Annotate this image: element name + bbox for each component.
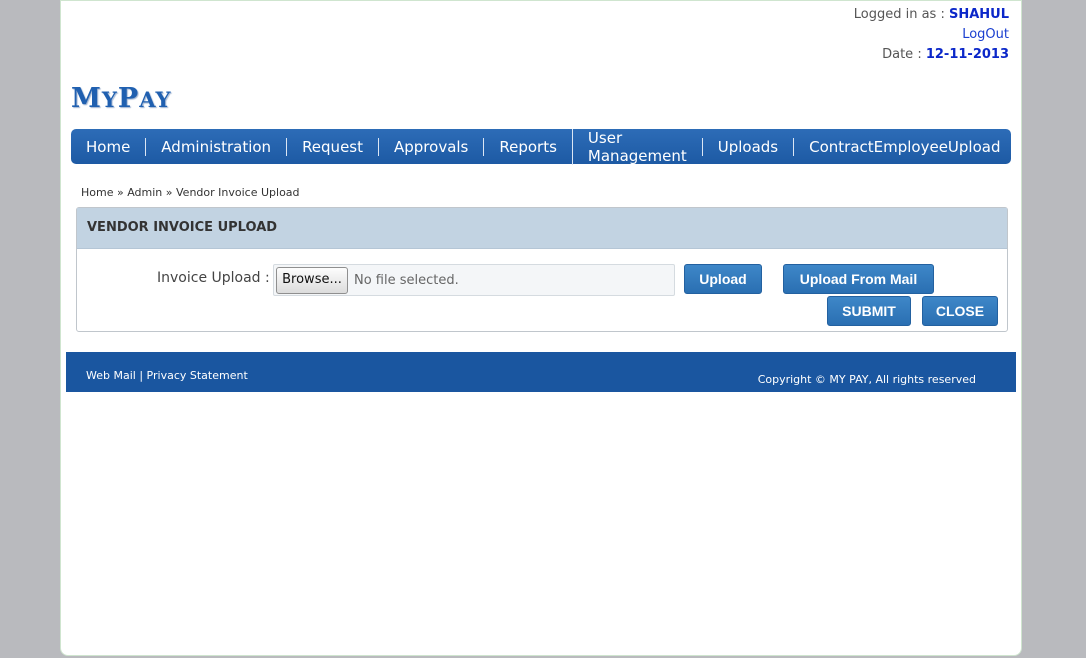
upload-button[interactable]: Upload	[684, 264, 762, 294]
page-container: Logged in as : SHAHUL LogOut Date : 12-1…	[60, 0, 1022, 656]
file-status: No file selected.	[354, 273, 459, 288]
copyright: Copyright © MY PAY, All rights reserved	[757, 373, 976, 386]
date-label: Date :	[882, 47, 922, 62]
nav-administration[interactable]: Administration	[145, 137, 286, 156]
vendor-invoice-panel: VENDOR INVOICE UPLOAD Invoice Upload : B…	[76, 207, 1008, 332]
nav-uploads[interactable]: Uploads	[701, 137, 793, 156]
breadcrumb-current: Vendor Invoice Upload	[176, 186, 300, 199]
current-date: 12-11-2013	[925, 47, 1009, 62]
close-button[interactable]: CLOSE	[922, 296, 998, 326]
upload-from-mail-button[interactable]: Upload From Mail	[783, 264, 934, 294]
main-nav: Home Administration Request Approvals Re…	[71, 128, 1011, 165]
nav-home[interactable]: Home	[71, 138, 145, 156]
footer-divider: |	[139, 369, 144, 382]
logged-in-label: Logged in as :	[853, 7, 945, 22]
browse-button[interactable]: Browse...	[276, 267, 348, 294]
breadcrumb-admin[interactable]: Admin	[127, 186, 162, 199]
nav-approvals[interactable]: Approvals	[378, 137, 483, 156]
nav-contract-employee-upload[interactable]: ContractEmployeeUpload	[793, 137, 1015, 156]
invoice-upload-label: Invoice Upload :	[157, 270, 270, 286]
user-info: Logged in as : SHAHUL LogOut Date : 12-1…	[854, 5, 1009, 65]
logout-link[interactable]: LogOut	[962, 27, 1009, 42]
mypay-logo: MYPAY	[71, 83, 172, 114]
breadcrumb: Home » Admin » Vendor Invoice Upload	[81, 186, 300, 199]
username: SHAHUL	[948, 7, 1009, 22]
breadcrumb-home[interactable]: Home	[81, 186, 113, 199]
nav-reports[interactable]: Reports	[483, 137, 572, 156]
nav-user-management[interactable]: User Management	[571, 128, 702, 165]
privacy-statement-link[interactable]: Privacy Statement	[147, 369, 248, 382]
breadcrumb-separator: »	[165, 186, 173, 199]
footer: Web Mail | Privacy Statement Copyright ©…	[66, 352, 1016, 392]
web-mail-link[interactable]: Web Mail	[86, 369, 136, 382]
submit-button[interactable]: SUBMIT	[827, 296, 911, 326]
breadcrumb-separator: »	[116, 186, 124, 199]
invoice-file-input[interactable]: Browse... No file selected.	[273, 264, 675, 296]
footer-links: Web Mail | Privacy Statement	[86, 369, 248, 382]
nav-request[interactable]: Request	[286, 137, 378, 156]
panel-title: VENDOR INVOICE UPLOAD	[77, 208, 1007, 249]
